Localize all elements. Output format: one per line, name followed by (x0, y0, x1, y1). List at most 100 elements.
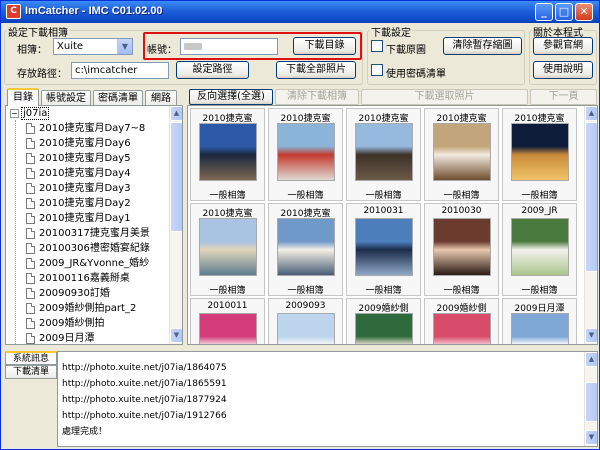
path-input[interactable]: c:\imcatcher (71, 62, 169, 79)
path-label: 存放路徑： (17, 69, 67, 80)
photo-image[interactable] (511, 123, 569, 181)
account-input[interactable] (180, 38, 278, 55)
download-dir-button[interactable]: 下載目錄 (293, 37, 356, 55)
tree-item[interactable]: 20090930訂婚 (26, 287, 110, 301)
tree-item[interactable]: 20100306禮密婚宴紀錄 (26, 242, 150, 256)
scroll-up-icon[interactable]: ▲ (585, 106, 597, 121)
photo-thumbnail[interactable]: 2009_JR 一般相簿 (502, 203, 577, 296)
log-line: 處理完成！ (62, 427, 108, 437)
tree-item[interactable]: 2010捷克蜜月Day6 (26, 137, 131, 151)
photo-image[interactable] (511, 313, 569, 344)
scroll-thumb[interactable] (585, 382, 597, 422)
photo-thumbnail[interactable]: 2009婚紗側 (346, 298, 421, 344)
photo-thumbnail[interactable]: 2010捷克蜜 一般相簿 (190, 203, 265, 296)
log-line: http://photo.xuite.net/j07ia/1877924 (62, 395, 227, 405)
photo-image[interactable] (277, 123, 335, 181)
scroll-thumb[interactable] (170, 122, 182, 232)
scroll-down-icon[interactable]: ▼ (585, 430, 597, 445)
photo-thumbnail[interactable]: 2010捷克蜜 一般相簿 (268, 203, 343, 296)
original-image-label: 下載原圖 (386, 45, 426, 56)
photo-thumbnail[interactable]: 2010捷克蜜 一般相簿 (424, 108, 499, 201)
tab-network[interactable]: 網路 (145, 90, 177, 106)
photo-thumbnail[interactable]: 2010捷克蜜 一般相簿 (190, 108, 265, 201)
clear-download-albums-button[interactable]: 清除下載相簿 (275, 89, 359, 105)
tree-item[interactable]: 2009婚紗側拍 (26, 317, 104, 331)
photo-thumbnail[interactable]: 2009日月潭 (502, 298, 577, 344)
next-page-button[interactable]: 下一頁 (530, 89, 597, 105)
photo-thumbnail[interactable]: 2009婚紗側 (424, 298, 499, 344)
photo-image[interactable] (511, 218, 569, 276)
photo-image[interactable] (277, 313, 335, 344)
tree-item[interactable]: 2010捷克蜜月Day7~8 (26, 122, 145, 136)
photo-thumbnail[interactable]: 2010031 一般相簿 (346, 203, 421, 296)
set-path-button[interactable]: 設定路徑 (176, 61, 249, 79)
tab-account-settings[interactable]: 帳號設定 (41, 90, 91, 106)
title-bar[interactable]: C ImCatcher - IMC C01.02.00 _ □ ✕ (1, 1, 599, 23)
tree-item-label: 2009_JR&Yvonne_婚紗 (39, 258, 150, 269)
chevron-down-icon[interactable]: ▼ (117, 39, 132, 54)
tree-item[interactable]: 20100116嘉義掰桌 (26, 272, 130, 286)
scroll-up-icon[interactable]: ▲ (585, 352, 597, 367)
collapse-icon[interactable]: − (10, 108, 19, 118)
photo-grid[interactable]: 2010捷克蜜 一般相簿 2010捷克蜜 一般相簿 2010捷克蜜 一般相簿 2010捷克蜜… (187, 105, 598, 345)
photo-image[interactable] (355, 313, 413, 344)
tab-system-messages[interactable]: 系統訊息 (5, 351, 57, 365)
photo-thumbnail[interactable]: 2010030 一般相簿 (424, 203, 499, 296)
tree-item[interactable]: 2009婚紗側拍part_2 (26, 302, 136, 316)
log-scrollbar[interactable]: ▲ ▼ (584, 352, 597, 446)
tab-directory[interactable]: 目錄 (7, 88, 39, 106)
close-button[interactable]: ✕ (575, 3, 593, 21)
photo-thumbnail[interactable]: 2010捷克蜜 一般相簿 (346, 108, 421, 201)
use-password-checkbox[interactable] (371, 64, 383, 76)
tab-download-list[interactable]: 下載清單 (5, 365, 57, 379)
grid-scrollbar[interactable]: ▲ ▼ (584, 106, 597, 344)
photo-thumbnail[interactable]: 2010011 (190, 298, 265, 344)
tree-item-label: 20100116嘉義掰桌 (39, 273, 130, 284)
log-line: http://photo.xuite.net/j07ia/1865591 (62, 379, 227, 389)
document-icon (26, 317, 35, 329)
invert-selection-button[interactable]: 反向選擇(全選) (189, 89, 273, 105)
photo-thumbnail[interactable]: 2010捷克蜜 一般相簿 (502, 108, 577, 201)
photo-album-type: 一般相簿 (443, 191, 480, 201)
photo-image[interactable] (199, 123, 257, 181)
photo-image[interactable] (433, 313, 491, 344)
tree-item[interactable]: 20100317捷克蜜月美景 (26, 227, 150, 241)
tree-scrollbar[interactable]: ▲ ▼ (169, 106, 182, 344)
photo-image[interactable] (199, 313, 257, 344)
photo-image[interactable] (277, 218, 335, 276)
tree-item[interactable]: 2009日月潭 (26, 332, 94, 344)
document-icon (26, 212, 35, 224)
document-icon (26, 122, 35, 134)
log-panel[interactable]: http://photo.xuite.net/j07ia/1864075 http… (57, 351, 598, 447)
minimize-button[interactable]: _ (535, 3, 553, 21)
tree-item[interactable]: 2010捷克蜜月Day4 (26, 167, 131, 181)
download-all-button[interactable]: 下載全部照片 (276, 61, 356, 79)
photo-thumbnail[interactable]: 2009093 (268, 298, 343, 344)
help-button[interactable]: 使用說明 (533, 61, 593, 79)
photo-image[interactable] (433, 218, 491, 276)
scroll-down-icon[interactable]: ▼ (170, 328, 182, 343)
maximize-button[interactable]: □ (555, 3, 573, 21)
photo-thumbnail[interactable]: 2010捷克蜜 一般相簿 (268, 108, 343, 201)
clear-cache-button[interactable]: 清除暫存縮圖 (443, 37, 522, 55)
photo-image[interactable] (199, 218, 257, 276)
scroll-down-icon[interactable]: ▼ (585, 328, 597, 343)
tree-item[interactable]: 2010捷克蜜月Day1 (26, 212, 131, 226)
tree-item[interactable]: 2010捷克蜜月Day2 (26, 197, 131, 211)
album-combobox[interactable]: Xuite ▼ (53, 38, 133, 55)
scroll-thumb[interactable] (585, 122, 597, 272)
original-image-checkbox[interactable] (371, 40, 383, 52)
app-logo-icon: C (6, 4, 21, 19)
photo-image[interactable] (433, 123, 491, 181)
tree-item[interactable]: 2009_JR&Yvonne_婚紗 (26, 257, 149, 271)
photo-image[interactable] (355, 218, 413, 276)
tab-password-list[interactable]: 密碼清單 (93, 90, 143, 106)
tree-item[interactable]: 2010捷克蜜月Day5 (26, 152, 131, 166)
scroll-up-icon[interactable]: ▲ (170, 106, 182, 121)
album-tree[interactable]: − j07ia 2010捷克蜜月Day7~8 2010捷克蜜月Day6 2010捷克蜜… (5, 105, 183, 345)
visit-website-button[interactable]: 參觀官網 (533, 37, 593, 55)
download-selected-button[interactable]: 下載選取照片 (361, 89, 528, 105)
tree-item[interactable]: 2010捷克蜜月Day3 (26, 182, 131, 196)
photo-image[interactable] (355, 123, 413, 181)
download-settings-title: 設定下載相簿 (7, 24, 69, 39)
